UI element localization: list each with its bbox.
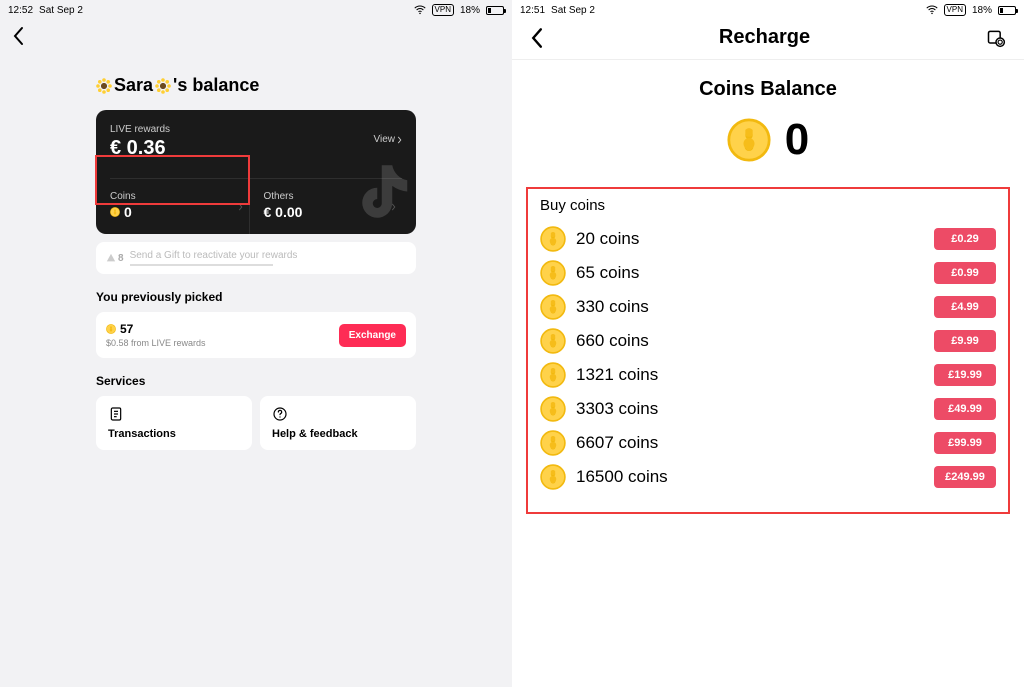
back-button[interactable] bbox=[12, 26, 24, 46]
coin-offer-row[interactable]: 20 coins £0.29 bbox=[532, 222, 1004, 256]
coins-balance-row: 0 bbox=[512, 115, 1024, 165]
status-bar-right: 12:51 Sat Sep 2 VPN 18% bbox=[512, 0, 1024, 20]
coin-offer-label: 65 coins bbox=[576, 263, 639, 283]
battery-percent: 18% bbox=[972, 5, 992, 16]
coin-icon bbox=[540, 294, 566, 320]
exchange-button[interactable]: Exchange bbox=[339, 324, 406, 347]
page-title: Sara 's balance bbox=[96, 75, 416, 96]
price-button[interactable]: £19.99 bbox=[934, 364, 996, 386]
service-help[interactable]: Help & feedback bbox=[260, 396, 416, 450]
price-button[interactable]: £99.99 bbox=[934, 432, 996, 454]
coin-offer-row[interactable]: 6607 coins £99.99 bbox=[532, 426, 1004, 460]
balance-screen: 12:52 Sat Sep 2 VPN 18% Sara 's balance bbox=[0, 0, 512, 687]
coin-offer-row[interactable]: 16500 coins £249.99 bbox=[532, 460, 1004, 494]
warning-icon bbox=[106, 253, 116, 263]
price-button[interactable]: £9.99 bbox=[934, 330, 996, 352]
picked-section-title: You previously picked bbox=[96, 290, 416, 304]
coin-icon bbox=[540, 362, 566, 388]
picked-amount: 57 bbox=[120, 322, 133, 336]
transactions-icon bbox=[986, 28, 1006, 48]
sunflower-icon bbox=[96, 78, 112, 94]
chevron-left-icon bbox=[530, 27, 543, 49]
vpn-indicator: VPN bbox=[432, 4, 454, 16]
coins-label: Coins bbox=[110, 191, 249, 202]
help-icon bbox=[272, 406, 288, 422]
battery-percent: 18% bbox=[460, 5, 480, 16]
alert-badge: 8 bbox=[106, 253, 124, 264]
service-transactions[interactable]: Transactions bbox=[96, 396, 252, 450]
coin-offer-label: 6607 coins bbox=[576, 433, 658, 453]
live-rewards-amount: € 0.36 bbox=[110, 137, 170, 160]
recharge-header: Recharge bbox=[512, 20, 1024, 60]
coin-offer-label: 16500 coins bbox=[576, 467, 668, 487]
picked-subtext: $0.58 from LIVE rewards bbox=[106, 338, 206, 348]
coin-icon bbox=[540, 430, 566, 456]
buy-coins-title: Buy coins bbox=[540, 197, 1004, 214]
coin-offer-row[interactable]: 330 coins £4.99 bbox=[532, 290, 1004, 324]
battery-icon bbox=[998, 6, 1016, 15]
status-bar-left: 12:52 Sat Sep 2 VPN 18% bbox=[0, 0, 512, 20]
coins-value: 0 bbox=[124, 204, 132, 220]
coin-offer-row[interactable]: 1321 coins £19.99 bbox=[532, 358, 1004, 392]
coin-icon bbox=[106, 324, 116, 334]
coin-offer-row[interactable]: 660 coins £9.99 bbox=[532, 324, 1004, 358]
back-button[interactable] bbox=[530, 27, 543, 49]
coin-offer-row[interactable]: 65 coins £0.99 bbox=[532, 256, 1004, 290]
coin-offer-label: 20 coins bbox=[576, 229, 639, 249]
coin-icon bbox=[540, 260, 566, 286]
coin-icon bbox=[540, 464, 566, 490]
gift-banner[interactable]: 8 Send a Gift to reactivate your rewards bbox=[96, 242, 416, 274]
coin-offer-label: 3303 coins bbox=[576, 399, 658, 419]
receipt-icon bbox=[108, 406, 124, 422]
battery-icon bbox=[486, 6, 504, 15]
others-value: € 0.00 bbox=[264, 204, 403, 220]
recharge-title: Recharge bbox=[543, 26, 986, 49]
coin-offer-label: 330 coins bbox=[576, 297, 649, 317]
coin-offer-label: 1321 coins bbox=[576, 365, 658, 385]
status-time: 12:52 bbox=[8, 5, 33, 16]
chevron-right-icon bbox=[238, 203, 243, 211]
wifi-icon bbox=[414, 4, 426, 16]
recharge-screen: 12:51 Sat Sep 2 VPN 18% Recharge Coins B… bbox=[512, 0, 1024, 687]
user-name: Sara bbox=[114, 75, 153, 96]
price-button[interactable]: £0.29 bbox=[934, 228, 996, 250]
coin-icon bbox=[110, 207, 120, 217]
live-rewards-label: LIVE rewards bbox=[110, 124, 170, 135]
sunflower-icon bbox=[155, 78, 171, 94]
rewards-card: LIVE rewards € 0.36 View Coins 0 bbox=[96, 110, 416, 234]
coins-cell[interactable]: Coins 0 bbox=[110, 179, 249, 234]
coin-offer-row[interactable]: 3303 coins £49.99 bbox=[532, 392, 1004, 426]
price-button[interactable]: £0.99 bbox=[934, 262, 996, 284]
coin-offer-label: 660 coins bbox=[576, 331, 649, 351]
coin-icon bbox=[540, 328, 566, 354]
chevron-right-icon bbox=[391, 203, 396, 211]
buy-coins-section: Buy coins 20 coins £0.29 65 coins £0.99 330 … bbox=[526, 187, 1010, 514]
chevron-left-icon bbox=[12, 26, 24, 46]
coin-icon bbox=[540, 226, 566, 252]
status-date: Sat Sep 2 bbox=[551, 5, 595, 16]
coin-icon bbox=[540, 396, 566, 422]
view-link[interactable]: View bbox=[374, 134, 403, 145]
services-section-title: Services bbox=[96, 374, 416, 388]
price-button[interactable]: £49.99 bbox=[934, 398, 996, 420]
title-suffix: 's balance bbox=[173, 75, 259, 96]
wifi-icon bbox=[926, 4, 938, 16]
coin-icon bbox=[727, 118, 771, 162]
transactions-icon-button[interactable] bbox=[986, 28, 1006, 48]
coins-balance-value: 0 bbox=[785, 115, 809, 165]
picked-card: 57 $0.58 from LIVE rewards Exchange bbox=[96, 312, 416, 358]
coins-balance-title: Coins Balance bbox=[512, 78, 1024, 101]
price-button[interactable]: £4.99 bbox=[934, 296, 996, 318]
vpn-indicator: VPN bbox=[944, 4, 966, 16]
gift-message: Send a Gift to reactivate your rewards bbox=[130, 250, 406, 261]
chevron-right-icon bbox=[397, 136, 402, 144]
others-cell[interactable]: Others € 0.00 bbox=[249, 179, 403, 234]
price-button[interactable]: £249.99 bbox=[934, 466, 996, 488]
status-time: 12:51 bbox=[520, 5, 545, 16]
progress-bar bbox=[130, 264, 274, 266]
others-label: Others bbox=[264, 191, 403, 202]
status-date: Sat Sep 2 bbox=[39, 5, 83, 16]
